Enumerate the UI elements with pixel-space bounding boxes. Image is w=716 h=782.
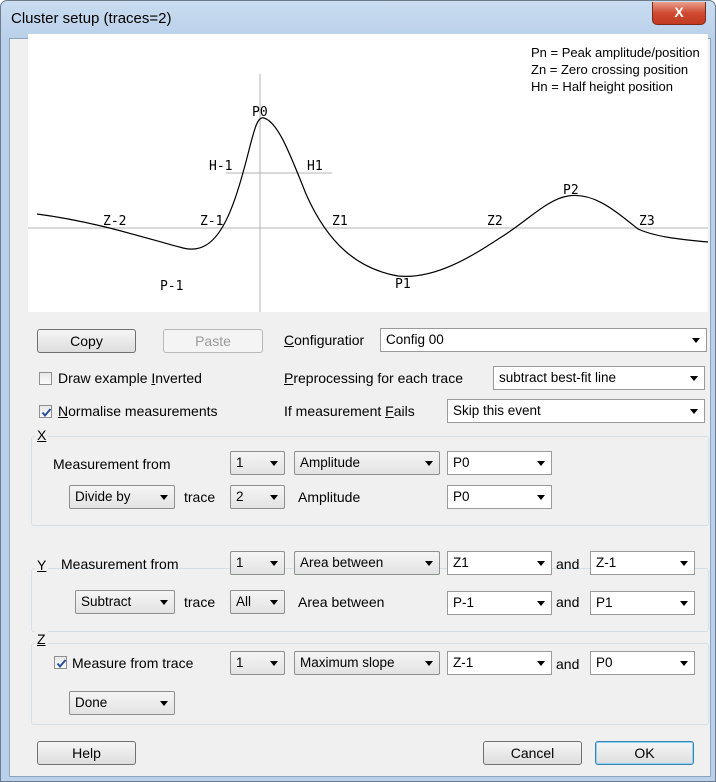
chevron-down-icon [270,495,278,500]
z-point-b-select[interactable]: P0 [590,651,695,675]
label-z-2: Z-2 [103,214,126,229]
x-measurement-from-label: Measurement from [53,456,171,472]
preprocessing-label: Preprocessing for each trace [284,370,463,386]
chevron-down-icon [270,561,278,566]
label-z1: Z1 [332,214,348,229]
y-measurement-from-label: Measurement from [61,556,179,572]
chevron-down-icon [690,376,698,381]
label-z2: Z2 [487,214,503,229]
draw-inverted-checkbox[interactable] [39,372,52,385]
label-p2: P2 [563,183,579,198]
y-point-b-select[interactable]: Z-1 [590,551,695,575]
preprocessing-value: subtract best-fit line [499,370,617,385]
label-z-1: Z-1 [200,214,223,229]
z-trace-select[interactable]: 1 [230,651,285,675]
chevron-down-icon [537,601,545,606]
y-group-label: Y [35,557,49,573]
label-p1: P1 [395,277,411,292]
legend-line: Hn = Half height position [531,79,674,94]
configuration-select[interactable]: Config 00 [380,328,707,352]
label-h-1: H-1 [209,159,232,174]
label-z3: Z3 [639,214,655,229]
normalise-checkbox[interactable] [39,405,52,418]
dialog-window: Cluster setup (traces=2) X P0 P-1 P1 P2 … [0,0,716,782]
close-button[interactable]: X [652,2,706,25]
chevron-down-icon [537,461,545,466]
legend-line: Zn = Zero crossing position [531,62,689,77]
x-measure-select[interactable]: Amplitude [294,451,440,475]
x-group [31,436,709,526]
label-p-1: P-1 [160,279,183,294]
y-point2-select[interactable]: P-1 [447,591,552,615]
chevron-down-icon [537,495,545,500]
label-p0: P0 [252,105,268,120]
if-fails-select[interactable]: Skip this event [447,399,705,423]
if-fails-label: If measurement Fails [284,403,415,419]
normalise-label: Normalise measurements [58,403,218,419]
y-trace-select[interactable]: 1 [230,551,285,575]
label-h1: H1 [307,159,323,174]
chevron-down-icon [270,600,278,605]
paste-button[interactable]: Paste [163,329,263,353]
y-point2-b-select[interactable]: P1 [590,591,695,615]
y-measure-select[interactable]: Area between [294,551,440,575]
z-measure-select[interactable]: Maximum slope [294,651,440,675]
copy-button[interactable]: Copy [37,329,136,353]
y-operation-select[interactable]: Subtract [75,590,175,614]
close-icon: X [674,4,684,20]
help-button[interactable]: Help [37,741,136,765]
chevron-down-icon [270,661,278,666]
z-group-label: Z [35,631,48,647]
x-point-select[interactable]: P0 [447,451,552,475]
chevron-down-icon [160,600,168,605]
configuration-label: Configuratior [284,332,365,348]
y-trace-word: trace [184,594,216,610]
z-operation-select[interactable]: Done [69,691,175,715]
chevron-down-icon [425,461,433,466]
chevron-down-icon [160,495,168,500]
checkmark-icon [41,408,52,418]
x-trace-select[interactable]: 1 [230,451,285,475]
chevron-down-icon [160,701,168,706]
if-fails-value: Skip this event [453,403,541,418]
legend-line: Pn = Peak amplitude/position [531,45,700,60]
measure-from-trace-label: Measure from trace [72,655,194,671]
x-point2-select[interactable]: P0 [447,485,552,509]
chevron-down-icon [690,409,698,414]
ok-button[interactable]: OK [595,741,694,765]
x-trace2-select[interactable]: 2 [230,485,285,509]
chevron-down-icon [537,661,545,666]
chevron-down-icon [680,561,688,566]
y-trace2-select[interactable]: All [230,590,285,614]
chevron-down-icon [692,338,700,343]
x-group-label: X [35,427,49,443]
configuration-value: Config 00 [386,332,444,347]
x-trace-word: trace [184,489,216,505]
chevron-down-icon [270,461,278,466]
measure-from-trace-checkbox[interactable] [54,656,67,669]
waveform-trace [36,117,708,277]
z-point-select[interactable]: Z-1 [447,651,552,675]
preview-legend: Pn = Peak amplitude/position Zn = Zero c… [531,44,700,95]
waveform-preview: P0 P-1 P1 P2 H-1 H1 Z-2 Z-1 Z1 Z2 Z3 Pn … [28,34,708,312]
y-point-select[interactable]: Z1 [447,551,552,575]
y-and2-label: and [556,594,580,610]
y-measure2-label: Area between [298,594,385,610]
checkmark-icon [56,659,67,669]
preprocessing-select[interactable]: subtract best-fit line [493,366,705,390]
x-measure2-label: Amplitude [298,489,361,505]
x-operation-select[interactable]: Divide by [69,485,175,509]
chevron-down-icon [425,661,433,666]
cancel-button[interactable]: Cancel [483,741,582,765]
chevron-down-icon [680,661,688,666]
chevron-down-icon [425,561,433,566]
chevron-down-icon [680,601,688,606]
chevron-down-icon [537,561,545,566]
z-and-label: and [556,656,580,672]
draw-inverted-label: Draw example Inverted [58,370,202,386]
y-and-label: and [556,556,580,572]
window-title: Cluster setup (traces=2) [11,10,172,27]
